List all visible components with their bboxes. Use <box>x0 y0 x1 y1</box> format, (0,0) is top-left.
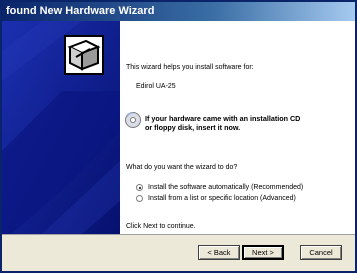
continue-hint: Click Next to continue. <box>126 223 196 230</box>
radio-install-automatically[interactable] <box>136 184 143 191</box>
cd-prompt-line-1: If your hardware came with an installati… <box>145 114 301 123</box>
next-button[interactable]: Next > <box>242 245 284 260</box>
radio-install-from-list[interactable] <box>136 195 143 202</box>
back-button[interactable]: < Back <box>198 245 240 260</box>
title-bar[interactable]: found New Hardware Wizard <box>2 2 355 21</box>
cancel-button[interactable]: Cancel <box>300 245 342 260</box>
option-advanced-label[interactable]: Install from a list or specific location… <box>148 195 296 202</box>
wizard-side-panel <box>2 21 120 234</box>
question-text: What do you want the wizard to do? <box>126 164 238 171</box>
wizard-window: found New Hardware Wizard This wizard he… <box>0 0 357 273</box>
intro-text: This wizard helps you install software f… <box>126 64 254 71</box>
window-title: found New Hardware Wizard <box>6 5 155 17</box>
button-bar: < Back Next > Cancel <box>2 234 355 271</box>
cd-disk-icon <box>125 112 141 128</box>
cd-prompt-line-2: or floppy disk, insert it now. <box>145 123 241 132</box>
hardware-box-icon <box>64 35 104 75</box>
option-automatic-label[interactable]: Install the software automatically (Reco… <box>148 184 303 191</box>
wizard-content: This wizard helps you install software f… <box>120 21 355 234</box>
